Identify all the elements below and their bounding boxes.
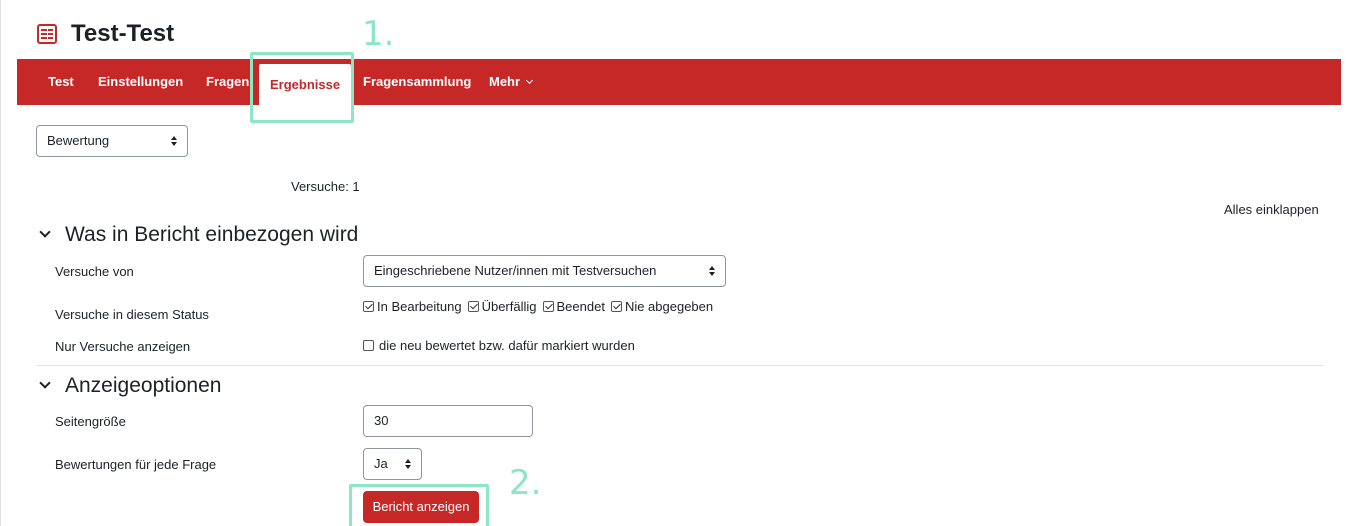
section-display-header[interactable]: Anzeigeoptionen: [37, 374, 221, 398]
annotation-box-1: [250, 52, 354, 123]
status-overdue-label: Überfällig: [481, 299, 537, 314]
attempt-status-label: Versuche in diesem Status: [55, 307, 209, 322]
only-show-label: Nur Versuche anzeigen: [55, 339, 191, 354]
checkbox-checked-icon: [363, 301, 374, 312]
attempts-from-select[interactable]: Eingeschriebene Nutzer/innen mit Testver…: [363, 255, 726, 287]
section-included-title: Was in Bericht einbezogen wird: [65, 223, 359, 246]
status-finished-label: Beendet: [556, 299, 605, 314]
section-included-header[interactable]: Was in Bericht einbezogen wird: [37, 223, 358, 247]
status-in-progress-checkbox[interactable]: In Bearbeitung: [363, 299, 462, 314]
tab-mehr[interactable]: Mehr: [489, 59, 534, 105]
secondary-navigation: Test Einstellungen Fragen Ergebnisse Fra…: [17, 59, 1341, 105]
annotation-box-2: [349, 484, 489, 526]
tab-einstellungen[interactable]: Einstellungen: [98, 59, 183, 105]
annotation-number-2: 2.: [509, 463, 542, 503]
tab-fragen[interactable]: Fragen: [206, 59, 249, 105]
chevron-down-icon: [39, 226, 51, 238]
report-type-value: Bewertung: [47, 133, 110, 148]
checkbox-unchecked-icon: [363, 340, 374, 351]
status-overdue-checkbox[interactable]: Überfällig: [467, 299, 537, 314]
status-in-progress-label: In Bearbeitung: [377, 299, 462, 314]
section-display-title: Anzeigeoptionen: [65, 374, 222, 397]
section-divider: [37, 365, 1323, 366]
quiz-icon: [37, 24, 57, 44]
page-header: Test-Test: [37, 20, 174, 48]
page: Test-Test Test Einstellungen Fragen Erge…: [0, 0, 1351, 526]
checkbox-checked-icon: [542, 301, 554, 312]
report-type-select[interactable]: Bewertung: [36, 125, 188, 157]
select-arrows-icon: [709, 266, 715, 276]
marks-per-question-select[interactable]: Ja: [363, 448, 422, 480]
page-title: Test-Test: [71, 20, 175, 47]
select-arrows-icon: [405, 459, 411, 469]
collapse-all-link[interactable]: Alles einklappen: [1224, 202, 1319, 217]
attempt-status-options: In Bearbeitung Überfällig Beendet Nie ab…: [363, 299, 719, 314]
checkbox-checked-icon: [467, 301, 479, 312]
page-size-label: Seitengröße: [55, 414, 126, 429]
select-arrows-icon: [171, 136, 177, 146]
only-regraded-checkbox[interactable]: die neu bewertet bzw. dafür markiert wur…: [363, 338, 635, 353]
tab-mehr-label: Mehr: [489, 74, 521, 89]
marks-per-question-label: Bewertungen für jede Frage: [55, 457, 217, 472]
checkbox-checked-icon: [610, 301, 622, 312]
page-size-input[interactable]: 30: [363, 405, 533, 437]
only-show-options: die neu bewertet bzw. dafür markiert wur…: [363, 338, 641, 353]
tab-test[interactable]: Test: [48, 59, 74, 105]
annotation-number-1: 1.: [362, 14, 395, 54]
status-never-submitted-checkbox[interactable]: Nie abgegeben: [610, 299, 714, 314]
chevron-down-icon: [526, 76, 534, 85]
attempts-from-label: Versuche von: [55, 264, 134, 279]
tab-fragensammlung[interactable]: Fragensammlung: [363, 59, 471, 105]
status-finished-checkbox[interactable]: Beendet: [542, 299, 605, 314]
marks-per-question-value: Ja: [374, 456, 388, 471]
status-never-submitted-label: Nie abgegeben: [624, 299, 714, 314]
only-regraded-label: die neu bewertet bzw. dafür markiert wur…: [379, 338, 635, 353]
attempts-from-value: Eingeschriebene Nutzer/innen mit Testver…: [374, 263, 657, 278]
attempts-summary: Versuche: 1: [291, 179, 360, 194]
chevron-down-icon: [39, 377, 51, 389]
